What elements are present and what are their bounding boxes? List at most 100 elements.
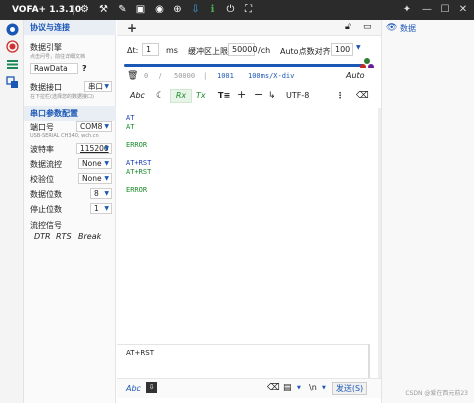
record-icon[interactable] (6, 40, 19, 53)
chevron-down-icon[interactable]: ▼ (297, 385, 301, 391)
count-separator: / (159, 72, 162, 80)
buffer-value: 50000 (232, 45, 258, 54)
parity-label: 校验位 (30, 175, 54, 184)
rts-button[interactable]: RTS (56, 232, 72, 241)
engine-hint: 点击问号，前往详细文档 (30, 54, 86, 60)
app-title: VOFA+ 1.3.10 (12, 5, 82, 15)
break-button[interactable]: Break (78, 232, 101, 241)
eraser-icon[interactable]: ⌫ (267, 383, 280, 393)
widget-icon[interactable] (6, 76, 19, 89)
close-button[interactable]: ✕ (456, 3, 470, 17)
minimize-button[interactable]: — (420, 3, 434, 17)
pin-icon[interactable]: ✦ (400, 3, 414, 17)
dt-value: 1 (146, 45, 152, 54)
receive-line: AT (126, 123, 135, 131)
download-icon[interactable]: ⇩ (189, 4, 202, 16)
wrench-icon[interactable]: ✎ (116, 4, 129, 16)
baud-label: 波特率 (30, 145, 54, 154)
rx-toggle[interactable]: Rx (170, 89, 192, 103)
send-scrollbar[interactable] (368, 344, 370, 378)
chevron-down-icon: ▼ (104, 83, 109, 90)
encoding-select[interactable]: UTF-8 (286, 91, 309, 100)
eraser-icon[interactable]: ⌫ (356, 91, 369, 101)
plug-icon[interactable]: ⚒ (97, 4, 110, 16)
config-panel: 协议与连接 数据引擎 点击问号，前往详细文档 RawData ? 数据接口 串口… (24, 20, 116, 403)
data-panel-title: 数据 (400, 24, 416, 33)
interface-select[interactable]: 串口 ▼ (84, 81, 112, 92)
power-icon[interactable]: ⏻ (224, 4, 237, 16)
minus-icon[interactable]: − (254, 88, 263, 101)
monitor-icon[interactable]: ▣ (134, 4, 147, 16)
help-icon[interactable]: ? (82, 64, 87, 73)
parity-select[interactable]: None ▼ (78, 173, 112, 184)
parity-value: None (82, 174, 102, 183)
dt-input[interactable]: 1 (142, 43, 159, 56)
protocol-section-header[interactable]: 协议与连接 (24, 20, 116, 35)
send-bar: Abc ⇩ ⌫ ▤ ▼ \n ▼ 发送(S) (117, 378, 381, 398)
trash-icon[interactable]: 🗑︎ (127, 71, 138, 81)
flow-control-select[interactable]: None ▼ (78, 158, 112, 169)
plus-icon[interactable]: + (237, 88, 246, 101)
engine-select[interactable]: RawData (30, 63, 78, 74)
gamepad-icon[interactable]: ⊕ (171, 4, 184, 16)
port-select[interactable]: COM8 ▼ (76, 121, 112, 132)
watermark: CSDN @爱在西元前23 (405, 390, 468, 397)
maximize-button[interactable]: ☐ (438, 3, 452, 17)
camera-icon[interactable]: ◉ (153, 4, 166, 16)
newline-select[interactable]: \n (309, 383, 317, 392)
text-format-button[interactable]: Abc (130, 91, 145, 100)
buffer-input[interactable]: 50000 (228, 43, 258, 56)
save-icon[interactable]: ⇩ (146, 382, 157, 393)
list-icon[interactable] (6, 58, 19, 71)
stop-bits-select[interactable]: 1 ▼ (90, 203, 112, 214)
window-icon[interactable]: ▭ (363, 22, 372, 32)
gear-icon[interactable]: ⚙ (78, 4, 91, 16)
lock-icon[interactable]: 🔓︎ (345, 22, 351, 32)
send-format-button[interactable]: Abc (126, 384, 141, 393)
view-slider[interactable] (124, 64, 364, 67)
info-icon[interactable]: ℹ (206, 4, 219, 16)
command-toolbar: + 🔓︎ ▭ (117, 20, 381, 36)
auto-align-input[interactable]: 100 (331, 43, 353, 56)
add-button[interactable]: + (127, 21, 137, 35)
format-text-icon[interactable]: T≡ (218, 91, 230, 100)
chevron-down-icon[interactable]: ▼ (356, 44, 361, 51)
more-icon[interactable]: ⋮ (336, 91, 344, 100)
baud-select[interactable]: 115200 ▼ (76, 143, 112, 154)
time-div[interactable]: 100ms/X-div (248, 72, 294, 80)
receive-area[interactable]: AT AT ERROR AT+RST AT+RST ERROR (117, 108, 377, 343)
chevron-down-icon: ▼ (104, 205, 109, 212)
chevron-down-icon: ▼ (104, 145, 109, 152)
chevron-down-icon: ▼ (104, 175, 109, 182)
send-input[interactable]: AT+RST (117, 344, 369, 378)
display-bar: 🗑︎ 0 / 50000 | 1001 100ms/X-div Auto (117, 68, 381, 84)
port-value: COM8 (80, 122, 103, 131)
data-panel-header[interactable]: 👁︎ 数据 (382, 20, 474, 36)
interface-value: 串口 (88, 82, 103, 91)
chevron-down-icon: ▼ (104, 160, 109, 167)
data-bits-select[interactable]: 8 ▼ (90, 188, 112, 199)
engine-label: 数据引擎 (30, 43, 62, 52)
tx-toggle[interactable]: Tx (196, 91, 206, 100)
history-icon[interactable]: ▤ (283, 383, 292, 393)
moon-icon[interactable]: ☾ (156, 91, 164, 101)
wrap-icon[interactable]: ↳ (268, 91, 276, 101)
buffer-limit: 50000 (174, 72, 196, 80)
flow-control-label: 数据流控 (30, 160, 62, 169)
fullscreen-icon[interactable]: ⛶ (242, 4, 255, 16)
stop-bits-value: 1 (94, 204, 99, 213)
send-button[interactable]: 发送(S) (332, 382, 367, 395)
chevron-down-icon[interactable]: ▼ (322, 385, 326, 391)
title-bar: VOFA+ 1.3.10 ⚙ ⚒ ✎ ▣ ◉ ⊕ ⇩ ℹ ⏻ ⛶ ✦ — ☐ ✕ (0, 0, 474, 20)
port-label: 端口号 (30, 123, 54, 132)
serial-section-header[interactable]: 串口参数配置 (24, 106, 116, 121)
engine-value: RawData (34, 64, 68, 73)
dtr-button[interactable]: DTR (34, 232, 51, 241)
auto-button[interactable]: Auto (346, 71, 365, 80)
flow-control-value: None (82, 159, 102, 168)
divider: | (204, 72, 207, 80)
receive-line: AT+RST (126, 159, 152, 167)
receive-line: ERROR (126, 141, 148, 149)
eye-icon: 👁︎ (386, 23, 398, 33)
connection-icon[interactable] (6, 23, 19, 36)
